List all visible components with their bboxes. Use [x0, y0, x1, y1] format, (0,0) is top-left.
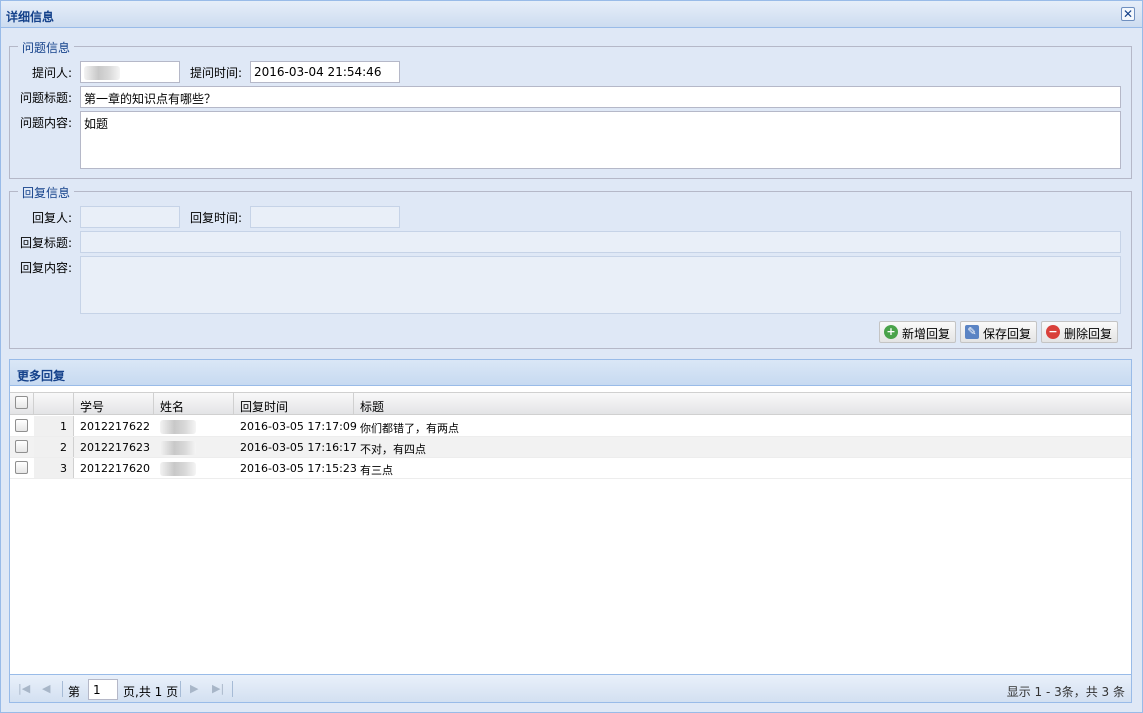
reply-legend: 回复信息: [18, 184, 75, 201]
pager-info: 显示 1 - 3条，共 3 条: [1006, 685, 1125, 699]
add-reply-label: 新增回复: [902, 327, 951, 341]
reply-fieldset: 回复信息 回复人: 回复时间: 回复标题: 回复内容: + 新增回复 ✎ 保存回…: [9, 184, 1132, 349]
header-name[interactable]: 姓名: [154, 393, 234, 415]
question-content-field[interactable]: 如题: [80, 111, 1121, 169]
ask-time-field[interactable]: 2016-03-04 21:54:46: [250, 61, 400, 83]
redacted-name: [160, 462, 196, 476]
ask-time-label: 提问时间:: [189, 66, 242, 80]
prev-page-icon[interactable]: ◀: [42, 682, 50, 695]
save-reply-button[interactable]: ✎ 保存回复: [960, 321, 1038, 343]
row-checkbox-cell: [10, 458, 34, 478]
reply-title-label: 回复标题:: [19, 236, 72, 250]
row-student-id: 2012217620: [80, 462, 150, 475]
last-page-icon[interactable]: ▶|: [212, 682, 224, 695]
page-suffix: 页,共 1 页: [123, 685, 179, 699]
row-student-id: 2012217623: [80, 441, 150, 454]
reply-time-field[interactable]: [250, 206, 400, 228]
page-prefix: 第: [68, 685, 81, 699]
question-title-label: 问题标题:: [19, 91, 72, 105]
add-icon: +: [884, 325, 898, 339]
close-icon[interactable]: ✕: [1121, 7, 1135, 21]
row-reply-time: 2016-03-05 17:16:17: [240, 441, 357, 454]
row-title: 有三点: [360, 464, 393, 477]
row-checkbox[interactable]: [15, 461, 28, 474]
row-reply-time: 2016-03-05 17:17:09: [240, 420, 357, 433]
pagination-toolbar: |◀ ◀ 第 1 页,共 1 页 ▶ ▶| 显示 1 - 3条，共 3 条: [10, 674, 1131, 702]
pager-separator: [62, 681, 63, 697]
replier-label: 回复人:: [31, 211, 72, 225]
more-replies-panel: 更多回复 学号 姓名 回复时间 标题 1 2012217622 2016-03-…: [9, 359, 1132, 703]
asker-field[interactable]: [80, 61, 180, 83]
row-name: [154, 458, 234, 478]
pager-separator: [180, 681, 181, 697]
table-row[interactable]: 3 2012217620 2016-03-05 17:15:23 有三点: [10, 458, 1131, 479]
window-title: 详细信息: [6, 10, 55, 24]
reply-content-label: 回复内容:: [19, 261, 72, 275]
save-reply-label: 保存回复: [983, 327, 1032, 341]
question-content-label: 问题内容:: [19, 116, 72, 130]
replier-field[interactable]: [80, 206, 180, 228]
reply-title-field[interactable]: [80, 231, 1121, 253]
row-reply-time: 2016-03-05 17:15:23: [240, 462, 357, 475]
add-reply-button[interactable]: + 新增回复: [879, 321, 957, 343]
redacted-name: [160, 441, 196, 455]
table-row[interactable]: 2 2012217623 2016-03-05 17:16:17 不对，有四点: [10, 437, 1131, 458]
reply-content-field[interactable]: [80, 256, 1121, 314]
more-replies-title: 更多回复: [17, 369, 66, 383]
row-title: 不对，有四点: [360, 443, 426, 456]
page-number-input[interactable]: 1: [88, 679, 118, 700]
row-checkbox[interactable]: [15, 440, 28, 453]
header-title[interactable]: 标题: [354, 393, 1131, 415]
row-title: 你们都错了，有两点: [360, 422, 459, 435]
header-checkbox-cell: [10, 393, 34, 415]
row-checkbox-cell: [10, 437, 34, 457]
header-rownum: [34, 393, 74, 415]
first-page-icon[interactable]: |◀: [18, 682, 30, 695]
reply-time-label: 回复时间:: [189, 211, 242, 225]
table-row[interactable]: 1 2012217622 2016-03-05 17:17:09 你们都错了，有…: [10, 416, 1131, 437]
redacted-asker: [84, 65, 120, 80]
row-student-id: 2012217622: [80, 420, 150, 433]
question-title-field[interactable]: 第一章的知识点有哪些？: [80, 86, 1121, 108]
asker-label: 提问人:: [31, 66, 72, 80]
question-legend: 问题信息: [18, 39, 75, 56]
row-checkbox[interactable]: [15, 419, 28, 432]
more-replies-header: 更多回复: [10, 360, 1131, 386]
row-number: 3: [34, 458, 74, 478]
row-number: 1: [34, 416, 74, 436]
question-fieldset: 问题信息 提问人: 提问时间: 2016-03-04 21:54:46 问题标题…: [9, 39, 1132, 179]
select-all-checkbox[interactable]: [15, 396, 28, 409]
delete-reply-button[interactable]: − 删除回复: [1041, 321, 1119, 343]
row-name: [154, 437, 234, 457]
row-number: 2: [34, 437, 74, 457]
pager-separator: [232, 681, 233, 697]
header-reply-time[interactable]: 回复时间: [234, 393, 354, 415]
window-header: 详细信息 ✕: [1, 1, 1142, 28]
header-student-id[interactable]: 学号: [74, 393, 154, 415]
delete-reply-label: 删除回复: [1064, 327, 1113, 341]
save-icon: ✎: [965, 325, 979, 339]
delete-icon: −: [1046, 325, 1060, 339]
row-name: [154, 416, 234, 436]
grid-header: 学号 姓名 回复时间 标题: [10, 392, 1131, 415]
row-checkbox-cell: [10, 416, 34, 436]
redacted-name: [160, 420, 196, 434]
next-page-icon[interactable]: ▶: [190, 682, 198, 695]
detail-window: 详细信息 ✕ 问题信息 提问人: 提问时间: 2016-03-04 21:54:…: [0, 0, 1143, 713]
